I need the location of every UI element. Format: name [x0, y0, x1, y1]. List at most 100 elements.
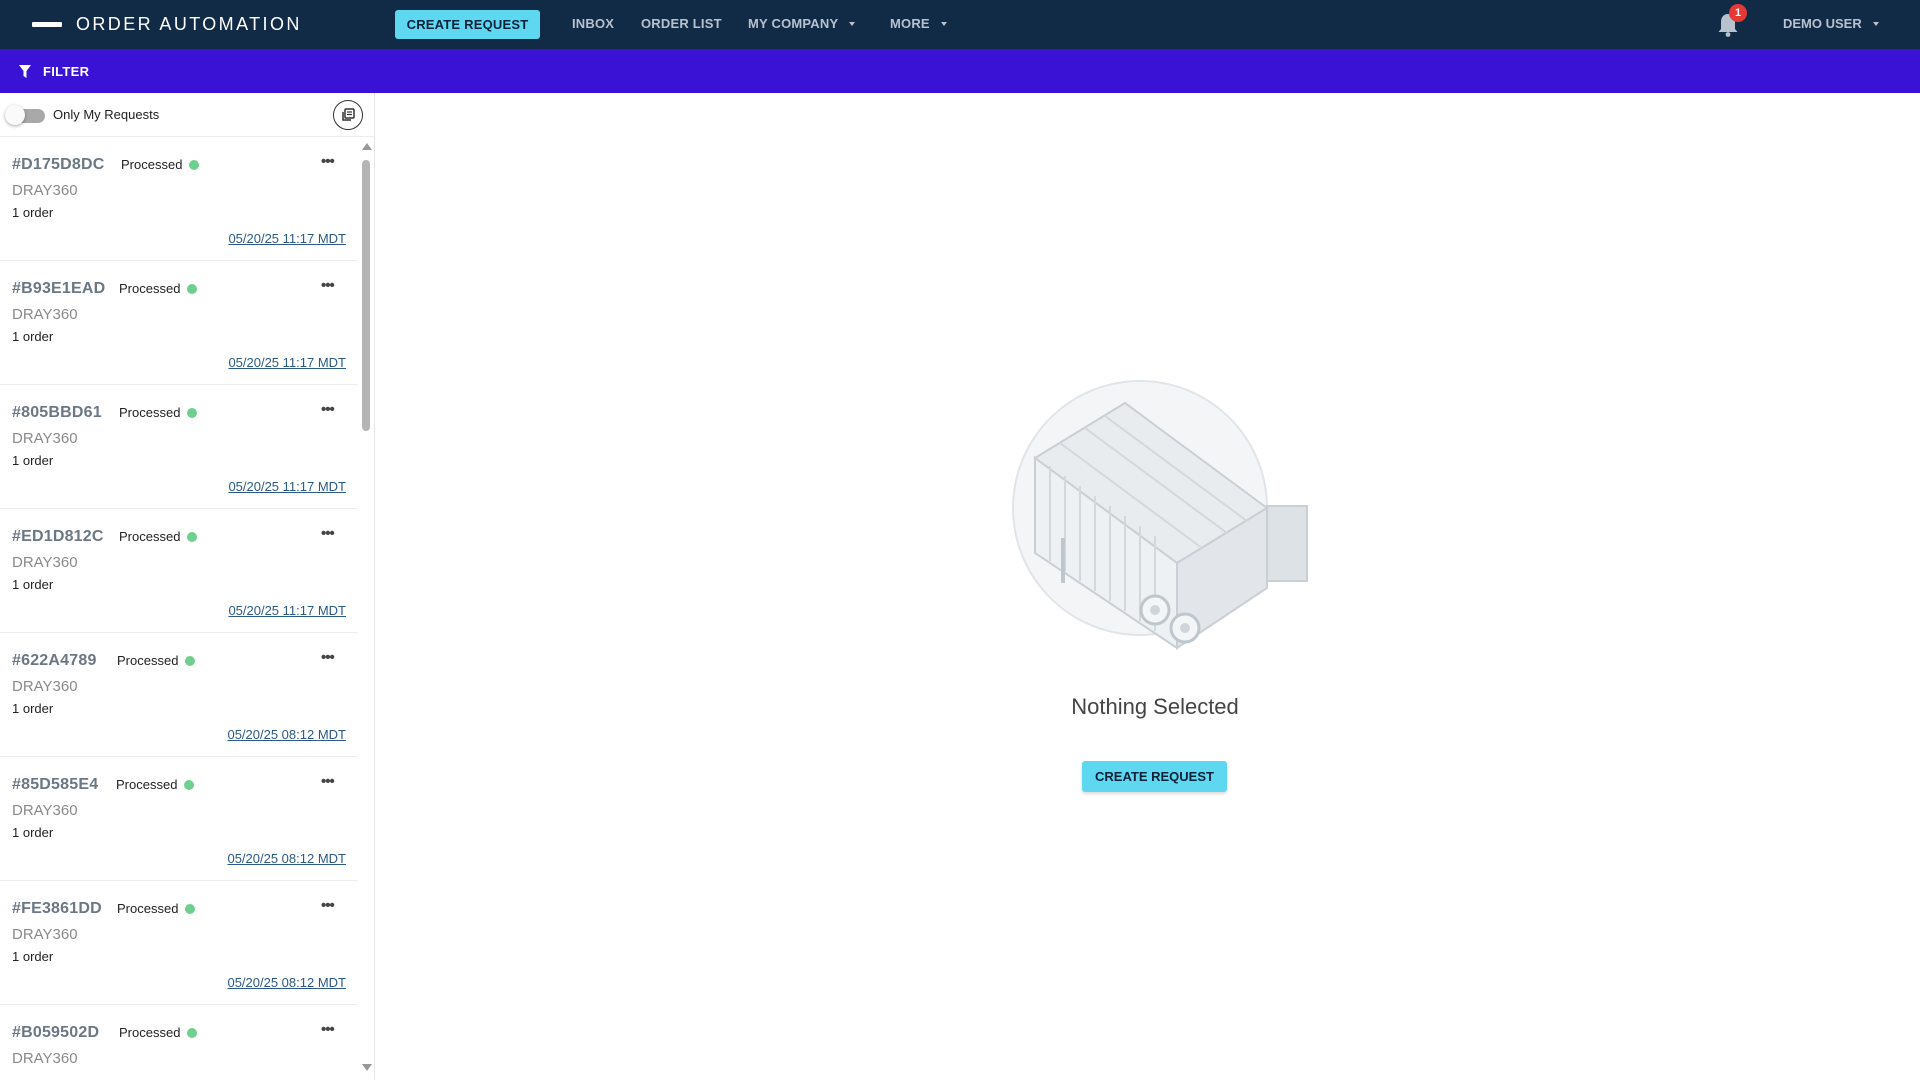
more-dots-icon[interactable]: ••• [321, 153, 335, 170]
request-status: Processed [121, 157, 200, 172]
status-label: Processed [116, 777, 178, 792]
status-label: Processed [119, 1025, 181, 1040]
request-company: DRAY360 [12, 182, 78, 199]
request-company: DRAY360 [12, 926, 78, 943]
more-dots-icon[interactable]: ••• [321, 1021, 335, 1038]
status-dot-icon [184, 779, 195, 790]
top-navbar: ORDER AUTOMATION CREATE REQUEST INBOX OR… [0, 0, 1920, 49]
more-dots-icon[interactable]: ••• [321, 649, 335, 666]
status-label: Processed [119, 529, 181, 544]
request-company: DRAY360 [12, 678, 78, 695]
more-dots-icon[interactable]: ••• [321, 401, 335, 418]
request-status: Processed [119, 281, 198, 296]
empty-state-title: Nothing Selected [1071, 694, 1239, 719]
status-dot-icon [185, 655, 196, 666]
only-my-requests-toggle[interactable] [5, 105, 46, 125]
status-label: Processed [119, 281, 181, 296]
request-status: Processed [117, 901, 196, 916]
request-company: DRAY360 [12, 306, 78, 323]
more-dots-icon[interactable]: ••• [321, 897, 335, 914]
request-sidebar: Only My Requests #D175D8DC Processed ••• DR… [0, 93, 375, 1080]
status-dot-icon [185, 903, 196, 914]
nav-create-request-button[interactable]: CREATE REQUEST [395, 10, 540, 39]
nav-my-company[interactable]: MY COMPANY [748, 16, 856, 31]
request-id: #B059502D [12, 1024, 100, 1041]
request-status: Processed [116, 777, 195, 792]
toggle-knob [5, 105, 25, 125]
request-status: Processed [117, 653, 196, 668]
nav-more[interactable]: MORE [890, 16, 947, 31]
filter-icon [19, 64, 31, 78]
request-company: DRAY360 [12, 802, 78, 819]
request-order-count: 1 order [12, 577, 54, 592]
status-dot-icon [187, 531, 198, 542]
request-company: DRAY360 [12, 430, 78, 447]
scroll-up-arrow-icon[interactable] [362, 143, 372, 150]
notification-badge: 1 [1729, 4, 1747, 22]
more-dots-icon[interactable]: ••• [321, 773, 335, 790]
caret-down-icon [1872, 21, 1879, 26]
status-dot-icon [187, 283, 198, 294]
status-label: Processed [117, 653, 179, 668]
user-name: DEMO USER [1783, 16, 1862, 31]
request-list-item[interactable]: #FE3861DD Processed ••• DRAY360 1 order 05/20… [0, 881, 358, 1005]
request-date-link[interactable]: 05/20/25 11:17 MDT [228, 355, 346, 370]
more-dots-icon[interactable]: ••• [321, 277, 335, 294]
request-company: DRAY360 [12, 1050, 78, 1067]
caret-down-icon [940, 21, 947, 26]
brand-bar-icon [32, 22, 62, 27]
request-list-item[interactable]: #85D585E4 Processed ••• DRAY360 1 order 05/20… [0, 757, 358, 881]
request-id: #D175D8DC [12, 156, 105, 173]
scroll-down-arrow-icon[interactable] [362, 1064, 372, 1071]
nav-more-label: MORE [890, 16, 930, 31]
request-id: #622A4789 [12, 652, 97, 669]
request-list-item[interactable]: #805BBD61 Processed ••• DRAY360 1 order 05/20… [0, 385, 358, 509]
request-list-item[interactable]: #B059502D Processed ••• DRAY360 [0, 1005, 358, 1080]
request-list-item[interactable]: #622A4789 Processed ••• DRAY360 1 order 05/20… [0, 633, 358, 757]
copy-icon [342, 108, 355, 121]
request-list-item[interactable]: #D175D8DC Processed ••• DRAY360 1 order 05/20… [0, 137, 358, 261]
create-request-button[interactable]: CREATE REQUEST [1082, 761, 1227, 792]
copy-button[interactable] [333, 100, 363, 130]
request-id: #ED1D812C [12, 528, 104, 545]
user-menu[interactable]: DEMO USER [1783, 16, 1879, 31]
brand[interactable]: ORDER AUTOMATION [32, 0, 302, 49]
request-status: Processed [119, 1025, 198, 1040]
request-date-link[interactable]: 05/20/25 11:17 MDT [228, 479, 346, 494]
request-list-item[interactable]: #ED1D812C Processed ••• DRAY360 1 order 05/20… [0, 509, 358, 633]
status-dot-icon [187, 407, 198, 418]
request-id: #85D585E4 [12, 776, 99, 793]
scroll-thumb[interactable] [362, 160, 370, 431]
nav-order-list[interactable]: ORDER LIST [641, 16, 722, 31]
status-label: Processed [121, 157, 183, 172]
request-list-item[interactable]: #B93E1EAD Processed ••• DRAY360 1 order 05/20… [0, 261, 358, 385]
request-date-link[interactable]: 05/20/25 08:12 MDT [227, 975, 346, 990]
filter-label: FILTER [43, 63, 90, 79]
status-dot-icon [187, 1027, 198, 1038]
caret-down-icon [849, 21, 856, 26]
nav-inbox-label: INBOX [572, 16, 615, 31]
truck-trailer-illustration [1012, 380, 1308, 650]
sidebar-toolbar: Only My Requests [0, 93, 374, 137]
status-dot-icon [189, 159, 200, 170]
request-date-link[interactable]: 05/20/25 08:12 MDT [227, 727, 346, 742]
request-order-count: 1 order [12, 453, 54, 468]
request-date-link[interactable]: 05/20/25 11:17 MDT [228, 231, 346, 246]
nav-my-company-label: MY COMPANY [748, 16, 839, 31]
status-label: Processed [117, 901, 179, 916]
nav-order-list-label: ORDER LIST [641, 16, 722, 31]
brand-name: ORDER AUTOMATION [76, 14, 302, 34]
more-dots-icon[interactable]: ••• [321, 525, 335, 542]
request-company: DRAY360 [12, 554, 78, 571]
nav-inbox[interactable]: INBOX [572, 16, 614, 31]
request-list: #D175D8DC Processed ••• DRAY360 1 order 05/20… [0, 137, 358, 1080]
request-id: #B93E1EAD [12, 280, 106, 297]
filter-bar[interactable]: FILTER [0, 49, 1920, 93]
request-date-link[interactable]: 05/20/25 11:17 MDT [228, 603, 346, 618]
request-order-count: 1 order [12, 701, 54, 716]
request-order-count: 1 order [12, 825, 54, 840]
request-order-count: 1 order [12, 949, 54, 964]
sidebar-scrollbar[interactable] [358, 137, 374, 1080]
request-status: Processed [119, 529, 198, 544]
request-date-link[interactable]: 05/20/25 08:12 MDT [227, 851, 346, 866]
